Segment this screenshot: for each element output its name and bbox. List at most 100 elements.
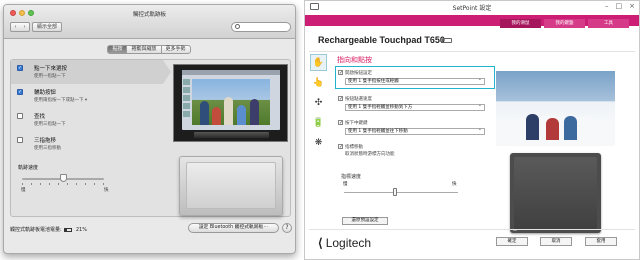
setting-dropdown[interactable]: 使用 1 隻手指按住或輕觸 [345, 77, 485, 85]
option-secondary-click[interactable]: ✓ 輔助按鈕 使用兩指按一下或點一下 ▾ [11, 84, 163, 108]
look-up-checkbox[interactable] [17, 113, 23, 119]
cancel-button[interactable]: 取消 [540, 237, 572, 246]
tab-my-mouse[interactable]: 我的滑鼠 [500, 19, 541, 28]
title-bar: SetPoint 設定 – □ × [305, 1, 639, 13]
tab-my-keyboard[interactable]: 我的鍵盤 [544, 19, 585, 28]
pointer-speed: 指標速度 慢 快 [341, 173, 459, 196]
back-icon[interactable]: ‹ [11, 23, 20, 31]
slider-ticks [22, 183, 104, 185]
settings-tab-icon[interactable]: ❋ [310, 134, 327, 151]
window-title: 觸控式軌跡板 [132, 12, 166, 18]
show-all-button[interactable]: 顯示全部 [32, 22, 62, 32]
option-look-up[interactable]: 查找 使用三指點一下 [11, 108, 163, 132]
secondary-click-checkbox[interactable]: ✓ [17, 89, 23, 95]
pref-tabs: 點按 捲動與縮放 更多手勢 [4, 45, 295, 54]
battery-value: 21% [75, 227, 87, 233]
tab-tools[interactable]: 工具 [588, 19, 629, 28]
tracking-speed-thumb[interactable] [59, 174, 67, 182]
toolbar-nav: ‹ › 顯示全部 [10, 22, 62, 32]
pointer-speed-thumb[interactable] [393, 188, 398, 196]
trackpad-preferences-window: 觸控式軌跡板 ‹ › 顯示全部 點按 捲動與縮放 更多手勢 ✓ 點一下來選按 使… [3, 4, 296, 254]
side-tabs: ✋ 👆 ✣ 🔋 ❋ [310, 54, 327, 154]
option-subtitle: 使用三指點一下 [34, 122, 66, 127]
tracking-speed-label: 軌跡速度 [18, 165, 39, 171]
setting-dropdown[interactable]: 使用 1 隻手指輕觸並往下移動 [345, 127, 485, 135]
nav-tabs: 我的滑鼠 我的鍵盤 工具 [500, 19, 629, 28]
setting-group-middle-button: ✓ 按下中鍵鍵 使用 1 隻手指輕觸並往下移動 [335, 117, 495, 137]
battery-icon [64, 227, 73, 232]
setting-group-button: ✓ 開啟按鈕設定 使用 1 隻手指按住或輕觸 [335, 66, 495, 89]
battery-label: 觸控式軌跡板電池電量: [10, 227, 62, 233]
family-photo [192, 79, 270, 125]
forward-icon[interactable]: › [20, 23, 29, 31]
gesture-preview-video [173, 64, 288, 142]
option-title: 三指拖移 [34, 138, 57, 144]
settings-list: ✓開啟按鈕設定 使用 1 隻手指按住或輕觸 ✓按鈕點選速度 使用 1 隻手指輕觸… [335, 66, 495, 163]
pointer-speed-track[interactable] [344, 192, 458, 193]
close-icon[interactable]: × [629, 2, 635, 10]
window-title: SetPoint 設定 [452, 5, 492, 12]
tap-to-click-checkbox[interactable]: ✓ [17, 65, 23, 71]
section-title: 指向和點按 [337, 56, 372, 64]
tab-point-click[interactable]: 點按 [107, 45, 128, 54]
setting-checkbox[interactable]: ✓ [338, 70, 343, 76]
setting-checkbox[interactable]: ✓ [338, 96, 343, 102]
setpoint-window: SetPoint 設定 – □ × 我的滑鼠 我的鍵盤 工具 Rechargea… [304, 0, 640, 260]
option-title: 查找 [34, 114, 46, 120]
option-three-finger-drag[interactable]: 三指拖移 使用三指移動 [11, 132, 163, 156]
restore-defaults-button[interactable]: 還原預設設定 [342, 217, 388, 225]
preview-window [182, 70, 280, 130]
back-forward-control: ‹ › [10, 22, 30, 32]
device-dropdown-icon[interactable]: ⌄ [428, 35, 434, 43]
setting-group-pointer-move: ✓ 指標移動 取消狀態時游標方向功能 [335, 141, 495, 159]
option-tap-to-click[interactable]: ✓ 點一下來選按 使用一指點一下 [11, 60, 171, 84]
option-list: ✓ 點一下來選按 使用一指點一下 ✓ 輔助按鈕 使用兩指按一下或點一下 ▾ 查找… [11, 60, 171, 156]
setting-group-click-speed: ✓ 按鈕點選速度 使用 1 隻手指輕觸並移動到下方 [335, 93, 495, 113]
gesture-tab-icon[interactable]: ✋ [310, 54, 327, 71]
three-finger-drag-checkbox[interactable] [17, 137, 23, 143]
maximize-icon[interactable]: □ [616, 2, 623, 10]
pointer-tab-icon[interactable]: 👆 [310, 74, 327, 91]
logitech-mark-icon: ⟨ [318, 236, 323, 250]
slow-label: 慢 [343, 182, 348, 187]
snow-photo [496, 71, 615, 146]
tab-more-gestures[interactable]: 更多手勢 [160, 45, 191, 54]
ok-button[interactable]: 確定 [496, 237, 528, 246]
trackpad-image [179, 156, 283, 216]
tracking-speed: 軌跡速度 慢 快 [18, 164, 128, 193]
setting-dropdown[interactable]: 使用 1 隻手指輕觸並移動到下方 [345, 103, 485, 111]
option-title: 輔助按鈕 [34, 90, 57, 96]
divider [309, 51, 635, 52]
settings-panel: ✓ 點一下來選按 使用一指點一下 ✓ 輔助按鈕 使用兩指按一下或點一下 ▾ 查找… [10, 59, 291, 217]
setting-checkbox[interactable]: ✓ [338, 144, 343, 150]
option-title: 點一下來選按 [34, 66, 68, 72]
slow-label: 慢 [21, 188, 26, 193]
setting-label: 按鈕點選速度 [345, 96, 372, 102]
setting-label: 按下中鍵鍵 [345, 120, 368, 126]
scroll-tab-icon[interactable]: ✣ [310, 94, 327, 111]
pointer-speed-label: 指標速度 [341, 174, 362, 180]
bottom-bar: 觸控式軌跡板電池電量: 21% 設定 Bluetooth 觸控式軌跡板⋯ ? [4, 218, 295, 240]
title-bar: 觸控式軌跡板 ‹ › 顯示全部 [4, 5, 295, 39]
tab-scroll-zoom[interactable]: 捲動與縮放 [126, 45, 162, 54]
setup-bluetooth-button[interactable]: 設定 Bluetooth 觸控式軌跡板⋯ [188, 223, 279, 233]
help-button[interactable]: ? [282, 223, 292, 233]
option-subtitle: 使用一指點一下 [34, 74, 66, 79]
setting-label: 開啟按鈕設定 [345, 70, 372, 76]
apply-button[interactable]: 套用 [585, 237, 617, 246]
option-subtitle: 使用兩指按一下或點一下 ▾ [34, 98, 88, 103]
logitech-logo: ⟨ Logitech [318, 236, 371, 250]
fast-label: 快 [452, 182, 457, 187]
window-controls: – □ × [605, 2, 635, 10]
search-field[interactable] [231, 22, 291, 32]
brand-name: Logitech [325, 236, 372, 250]
divider [309, 229, 635, 230]
setting-label: 指標移動 [345, 144, 363, 150]
setting-subtitle: 取消狀態時游標方向功能 [345, 152, 395, 157]
minimize-icon[interactable]: – [605, 2, 609, 10]
dock-bar [194, 132, 269, 138]
battery-status: 觸控式軌跡板電池電量: 21% [10, 226, 87, 233]
battery-tab-icon[interactable]: 🔋 [310, 114, 327, 131]
search-icon [235, 24, 240, 29]
setting-checkbox[interactable]: ✓ [338, 120, 343, 126]
